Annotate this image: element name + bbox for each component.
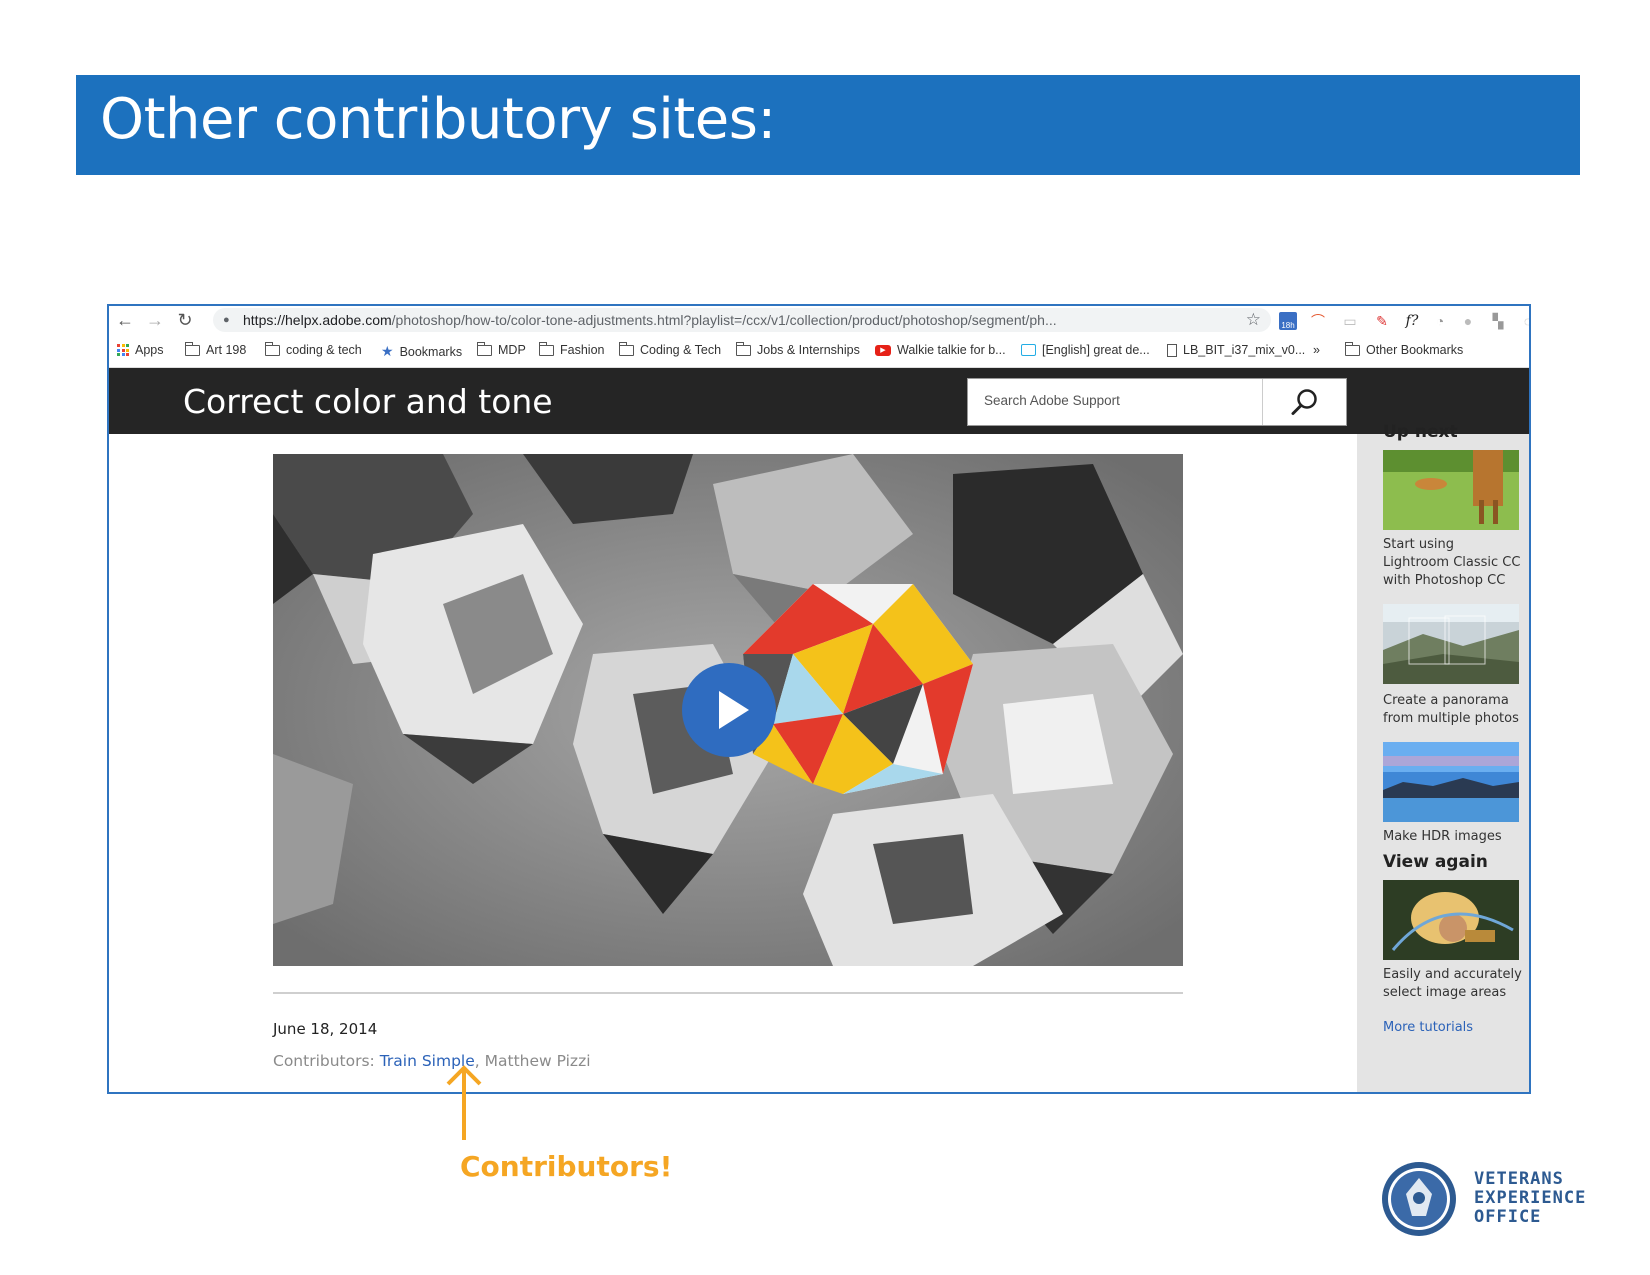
play-button[interactable] — [682, 663, 776, 757]
tutorial-thumbnail-panorama[interactable] — [1383, 604, 1519, 684]
bookmark-label: Walkie talkie for b... — [897, 343, 1006, 357]
search-box[interactable]: Search Adobe Support — [967, 378, 1347, 426]
extension-circle-icon[interactable]: ◔ — [1431, 312, 1449, 330]
bookmarks-overflow-button[interactable]: » — [1313, 343, 1320, 357]
bookmark-label: LB_BIT_i37_mix_v0... — [1183, 343, 1306, 357]
bilibili-icon — [1021, 344, 1036, 356]
extension-cast-icon[interactable]: ▭ — [1341, 312, 1359, 330]
extension-eyedropper-icon[interactable]: ✎ — [1373, 312, 1391, 330]
tutorial-thumbnail-select[interactable] — [1383, 880, 1519, 960]
tutorial-caption[interactable]: Make HDR images — [1383, 828, 1523, 846]
org-name-line2: EXPERIENCE — [1474, 1188, 1587, 1208]
bookmark-label: [English] great de... — [1042, 343, 1150, 357]
url-host: https://helpx.adobe.com — [243, 312, 392, 328]
folder-icon — [618, 341, 634, 356]
extension-clock-icon[interactable]: ◌ — [1519, 312, 1529, 330]
folder-icon — [538, 341, 554, 356]
bookmark-fashion[interactable]: Fashion — [538, 341, 605, 357]
bookmark-label: Art 198 — [206, 343, 247, 357]
bookmark-label: coding & tech — [286, 343, 362, 357]
search-icon — [1291, 389, 1317, 415]
folder-icon — [735, 341, 751, 356]
bookmarks-bar: Apps Art 198 coding & tech ★ Bookmarks M… — [109, 339, 1529, 367]
tutorial-caption[interactable]: Easily and accurately select image areas — [1383, 966, 1523, 1002]
extension-arc-icon[interactable]: ⌒ — [1309, 312, 1327, 330]
folder-icon — [184, 341, 200, 356]
view-again-heading: View again — [1383, 852, 1488, 872]
content-divider — [273, 992, 1183, 994]
extension-function-icon[interactable]: f? — [1403, 312, 1421, 330]
bookmark-walkie-talkie[interactable]: ▶ Walkie talkie for b... — [875, 343, 1006, 357]
tutorial-thumbnail-lightroom[interactable] — [1383, 450, 1519, 530]
search-input[interactable]: Search Adobe Support — [984, 393, 1120, 408]
contributors-line: Contributors: Train Simple, Matthew Pizz… — [273, 1052, 591, 1070]
arrow-up-icon — [446, 1065, 482, 1140]
extension-calendar-icon[interactable]: 18h — [1279, 312, 1297, 330]
extension-puzzle-icon[interactable]: ▚ — [1489, 312, 1507, 330]
overflow-chevron-icon: » — [1313, 343, 1320, 357]
bookmark-label: Other Bookmarks — [1366, 343, 1464, 357]
browser-toolbar: ← → ↻ ● https://helpx.adobe.com/photosho… — [109, 306, 1529, 368]
tutorial-caption[interactable]: Start using Lightroom Classic CC with Ph… — [1383, 536, 1523, 590]
bookmark-star-icon[interactable]: ☆ — [1246, 308, 1261, 332]
org-name-line1: VETERANS — [1474, 1169, 1564, 1189]
slide-title: Other contributory sites: — [100, 87, 776, 152]
adobe-page-header: Correct color and tone Search Adobe Supp… — [109, 368, 1529, 434]
publish-date: June 18, 2014 — [273, 1020, 378, 1038]
more-tutorials-link[interactable]: More tutorials — [1383, 1020, 1473, 1035]
bookmark-label: Coding & Tech — [640, 343, 722, 357]
star-icon: ★ — [381, 343, 394, 359]
file-icon — [1167, 343, 1177, 357]
extension-badge: 18h — [1281, 321, 1295, 330]
tutorial-sidebar: Up next Start using Lightroom Classic CC… — [1357, 422, 1529, 1092]
org-name-line3: OFFICE — [1474, 1207, 1542, 1227]
bookmark-lb-bit[interactable]: LB_BIT_i37_mix_v0... — [1167, 343, 1305, 357]
bookmark-coding-and-tech-lower[interactable]: coding & tech — [264, 341, 362, 357]
bookmark-jobs[interactable]: Jobs & Internships — [735, 341, 860, 357]
folder-icon — [264, 341, 280, 356]
bookmark-label: Fashion — [560, 343, 605, 357]
hair-portrait-image — [1383, 880, 1519, 960]
folder-icon — [1344, 341, 1360, 356]
apps-grid-icon — [117, 344, 129, 356]
bookmark-coding-and-tech[interactable]: Coding & Tech — [618, 341, 722, 357]
bookmark-label: Bookmarks — [399, 344, 463, 359]
hdr-lake-image — [1383, 742, 1519, 822]
bookmark-label: MDP — [498, 343, 526, 357]
bookmark-label: Apps — [135, 343, 164, 357]
address-bar[interactable]: ● https://helpx.adobe.com/photoshop/how-… — [213, 308, 1271, 332]
bookmark-art-198[interactable]: Art 198 — [184, 341, 247, 357]
bookmark-label: Jobs & Internships — [757, 343, 860, 357]
contributor-name: Matthew Pizzi — [484, 1052, 591, 1070]
va-seal-icon — [1382, 1162, 1456, 1236]
bookmark-bookmarks[interactable]: ★ Bookmarks — [381, 343, 462, 360]
browser-screenshot: ← → ↻ ● https://helpx.adobe.com/photosho… — [107, 304, 1531, 1094]
bookmark-other[interactable]: Other Bookmarks — [1344, 341, 1464, 357]
reload-icon[interactable]: ↻ — [173, 308, 197, 332]
bookmark-mdp[interactable]: MDP — [476, 341, 526, 357]
extension-gray-icon[interactable]: ● — [1459, 312, 1477, 330]
horses-image — [1383, 450, 1519, 530]
panorama-image — [1383, 604, 1519, 684]
bookmark-apps[interactable]: Apps — [117, 343, 164, 357]
youtube-icon: ▶ — [875, 344, 891, 356]
tutorial-thumbnail-hdr[interactable] — [1383, 742, 1519, 822]
video-player[interactable] — [273, 454, 1183, 966]
forward-icon[interactable]: → — [143, 308, 167, 332]
slide-title-banner: Other contributory sites: — [76, 75, 1580, 175]
page-title: Correct color and tone — [183, 382, 553, 421]
url-path: /photoshop/how-to/color-tone-adjustments… — [391, 312, 1057, 328]
lock-icon: ● — [223, 314, 230, 326]
folder-icon — [476, 341, 492, 356]
bookmark-english-great[interactable]: [English] great de... — [1021, 343, 1150, 357]
back-icon[interactable]: ← — [113, 308, 137, 332]
search-button[interactable] — [1262, 379, 1346, 425]
contributors-label: Contributors: — [273, 1052, 380, 1070]
org-name: VETERANS EXPERIENCE OFFICE — [1474, 1170, 1586, 1227]
tutorial-caption[interactable]: Create a panorama from multiple photos — [1383, 692, 1523, 728]
up-next-heading: Up next — [1383, 422, 1458, 442]
contributors-annotation: Contributors! — [460, 1150, 673, 1183]
